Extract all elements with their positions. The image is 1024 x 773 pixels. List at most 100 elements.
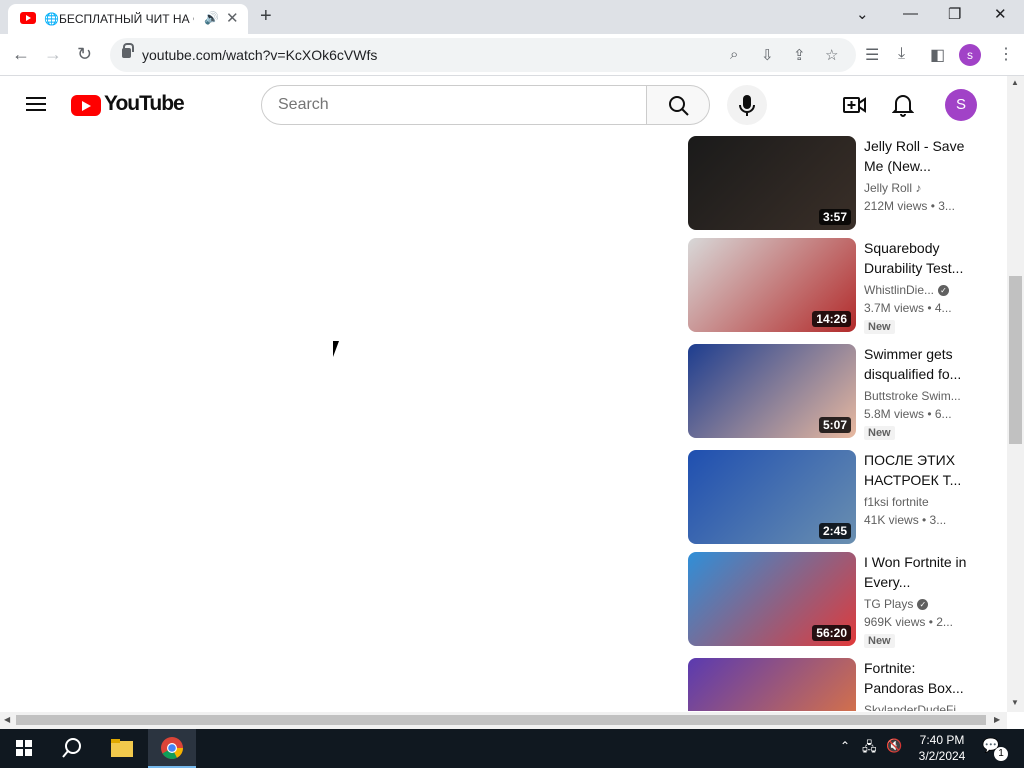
new-badge: New [864, 426, 895, 440]
new-badge: New [864, 634, 895, 648]
install-app-icon[interactable]: ⇩ [761, 46, 774, 64]
show-hidden-icons-chevron-icon[interactable]: ⌃ [840, 739, 850, 753]
youtube-favicon-icon [20, 12, 36, 24]
clock-date: 3/2/2024 [918, 749, 966, 763]
minimize-button[interactable]: — [903, 5, 918, 22]
search-icon [62, 738, 81, 758]
channel-name-text: WhistlinDie... [864, 283, 935, 297]
recommendation-item[interactable]: 56:20 I Won Fortnite in Every... TG Plays ✓… [688, 552, 978, 648]
recommendation-item[interactable]: 3:57 Jelly Roll - Save Me (New... Jelly Ro… [688, 136, 978, 231]
url-text[interactable]: youtube.com/watch?v=KcXOk6cVWfs [142, 47, 377, 63]
windows-logo-icon [16, 740, 32, 756]
youtube-logo-text[interactable]: YouTube [104, 92, 185, 116]
network-icon[interactable]: 🖧 [862, 738, 877, 760]
new-tab-button[interactable]: + [260, 5, 272, 28]
taskbar-search-button[interactable] [48, 729, 96, 768]
vertical-scrollbar[interactable]: ▲ ▼ [1007, 76, 1024, 712]
recommendation-item[interactable]: 2:45 ПОСЛЕ ЭТИХ НАСТРОЕК Т... f1ksi fortni… [688, 450, 978, 545]
video-meta: 5.8M views • 6... [864, 407, 952, 421]
folder-icon [111, 739, 133, 757]
chrome-menu-icon[interactable]: ⋮ [998, 44, 1014, 64]
lock-icon[interactable] [122, 43, 134, 58]
forward-button[interactable]: → [44, 44, 62, 65]
notification-count-badge: 1 [994, 747, 1008, 761]
bookmark-star-icon[interactable]: ☆ [825, 46, 838, 64]
scroll-left-arrow-icon[interactable]: ◀ [4, 715, 10, 724]
video-thumbnail[interactable]: 14:26 [688, 238, 856, 332]
file-explorer-button[interactable] [98, 729, 146, 768]
search-input[interactable] [261, 85, 647, 125]
chrome-taskbar-button[interactable] [148, 729, 196, 768]
video-thumbnail[interactable]: 5:07 [688, 344, 856, 438]
back-button[interactable]: ← [12, 44, 30, 65]
mouse-cursor-icon [333, 341, 345, 357]
video-meta: 969K views • 2... [864, 615, 953, 629]
video-thumbnail[interactable]: 2:45 [688, 450, 856, 544]
clock-time: 7:40 PM [919, 733, 965, 747]
tab-search-chevron-icon[interactable]: ⌄ [856, 5, 869, 23]
profile-avatar-button[interactable]: s [959, 44, 981, 66]
create-video-icon[interactable] [843, 94, 867, 116]
youtube-logo-icon[interactable] [71, 95, 101, 116]
browser-tab-active[interactable]: 🌐БЕСПЛАТНЫЙ ЧИТ НА ФОРТНАЙТ 🔊 ✕ [8, 4, 248, 34]
channel-name[interactable]: TG Plays ✓ [864, 597, 974, 611]
start-button[interactable] [0, 729, 48, 768]
video-duration: 56:20 [812, 625, 851, 641]
downloads-icon[interactable]: ⤓ [898, 45, 905, 63]
video-duration: 14:26 [812, 311, 851, 327]
video-duration: 3:57 [818, 209, 851, 225]
video-thumbnail[interactable] [688, 658, 856, 711]
tab-audio-icon[interactable]: 🔊 [204, 11, 219, 25]
video-player-area[interactable] [0, 134, 680, 712]
notifications-bell-icon[interactable] [892, 93, 914, 117]
video-meta: 41K views • 3... [864, 513, 947, 527]
channel-name[interactable]: WhistlinDie... ✓ [864, 283, 974, 297]
video-duration: 2:45 [818, 523, 851, 539]
tab-close-icon[interactable]: ✕ [226, 9, 239, 27]
horizontal-scroll-thumb[interactable] [16, 715, 986, 725]
reload-button[interactable]: ↻ [77, 44, 92, 65]
scroll-down-arrow-icon[interactable]: ▼ [1011, 698, 1019, 707]
address-bar[interactable]: youtube.com/watch?v=KcXOk6cVWfs ⌕ ⇩ ⇪ ☆ [110, 38, 856, 72]
scroll-up-arrow-icon[interactable]: ▲ [1011, 78, 1019, 87]
recommendation-item[interactable]: 14:26 Squarebody Durability Test... Whistl… [688, 238, 978, 334]
video-thumbnail[interactable]: 3:57 [688, 136, 856, 230]
video-title[interactable]: I Won Fortnite in Every... [864, 552, 974, 592]
search-zoom-icon[interactable]: ⌕ [730, 46, 738, 63]
scroll-right-arrow-icon[interactable]: ▶ [994, 715, 1000, 724]
volume-muted-icon[interactable]: 🔇 [886, 738, 902, 754]
music-note-icon: ♪ [912, 181, 922, 195]
vertical-scroll-thumb[interactable] [1009, 276, 1022, 444]
video-title[interactable]: Squarebody Durability Test... [864, 238, 974, 278]
account-avatar[interactable]: S [945, 89, 977, 121]
channel-name-text: TG Plays [864, 597, 914, 611]
recommendations-list: 3:57 Jelly Roll - Save Me (New... Jelly Ro… [688, 136, 978, 711]
video-thumbnail[interactable]: 56:20 [688, 552, 856, 646]
channel-name-text: f1ksi fortnite [864, 495, 929, 509]
video-title[interactable]: ПОСЛЕ ЭТИХ НАСТРОЕК Т... [864, 450, 974, 490]
side-panel-icon[interactable]: ◧ [930, 45, 945, 65]
taskbar-clock[interactable]: 7:40 PM 3/2/2024 [912, 732, 972, 764]
channel-name[interactable]: Jelly Roll ♪ [864, 181, 974, 195]
channel-name[interactable]: f1ksi fortnite [864, 495, 974, 509]
tab-strip: 🌐БЕСПЛАТНЫЙ ЧИТ НА ФОРТНАЙТ 🔊 ✕ + ⌄ — ❐ … [0, 0, 1024, 34]
media-queue-icon[interactable]: ☰ [865, 45, 879, 65]
share-icon[interactable]: ⇪ [793, 46, 806, 64]
channel-name-text: SkylanderDudeFi... [864, 703, 967, 711]
horizontal-scrollbar[interactable]: ◀ ▶ [0, 712, 1007, 729]
restore-button[interactable]: ❐ [948, 5, 961, 23]
video-title[interactable]: Fortnite: Pandoras Box... [864, 658, 974, 698]
video-title[interactable]: Swimmer gets disqualified fo... [864, 344, 974, 384]
channel-name[interactable]: Buttstroke Swim... [864, 389, 974, 403]
new-badge: New [864, 320, 895, 334]
video-title[interactable]: Jelly Roll - Save Me (New... [864, 136, 974, 176]
recommendation-item[interactable]: Fortnite: Pandoras Box... SkylanderDudeFi… [688, 658, 978, 711]
windows-taskbar: ⌃ 🖧 🔇 7:40 PM 3/2/2024 💬 1 [0, 729, 1024, 768]
hamburger-menu-icon[interactable] [26, 97, 46, 111]
close-window-button[interactable]: ✕ [994, 5, 1007, 23]
channel-name[interactable]: SkylanderDudeFi... [864, 703, 974, 711]
channel-name-text: Buttstroke Swim... [864, 389, 961, 403]
voice-search-button[interactable] [727, 85, 767, 125]
recommendation-item[interactable]: 5:07 Swimmer gets disqualified fo... Butts… [688, 344, 978, 440]
search-button[interactable] [646, 85, 710, 125]
